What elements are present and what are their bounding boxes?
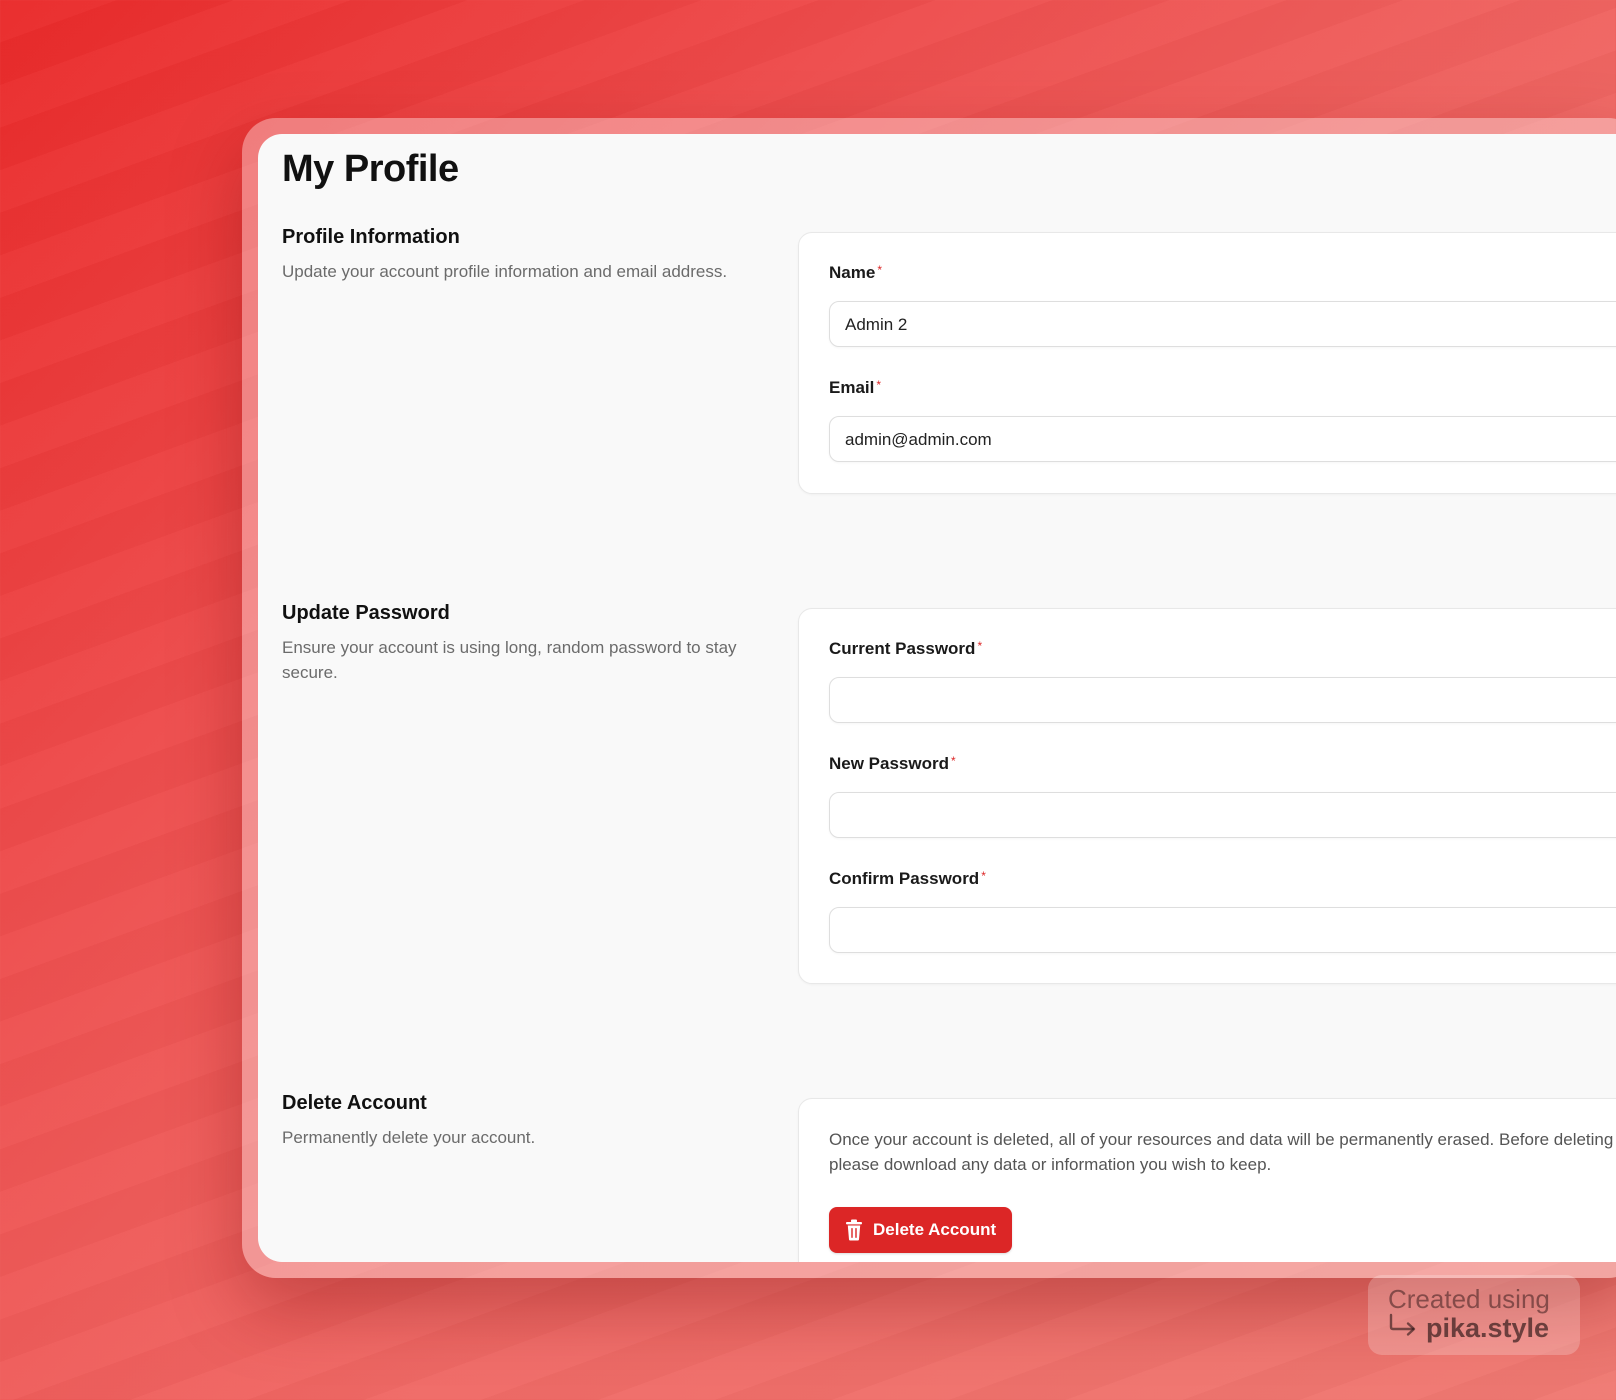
profile-section-description: Update your account profile information … xyxy=(282,262,728,281)
name-input[interactable]: Admin 2 xyxy=(829,301,1616,347)
name-label: Name xyxy=(829,263,876,282)
required-marker: * xyxy=(876,378,882,392)
password-section-description: Ensure your account is using long, rando… xyxy=(282,638,737,682)
required-marker: * xyxy=(951,754,956,768)
required-marker: * xyxy=(981,869,986,883)
watermark-brand-text: pika.style xyxy=(1426,1313,1550,1343)
confirm-password-field-label: Confirm Password * xyxy=(829,869,986,889)
profile-page: My Profile Profile Information Update yo… xyxy=(258,134,1616,1262)
delete-account-button[interactable]: Delete Account xyxy=(829,1207,1013,1253)
email-input[interactable]: admin@admin.com xyxy=(829,416,1616,462)
delete-section-header: Delete Account Permanently delete your a… xyxy=(282,1092,752,1150)
delete-section-description: Permanently delete your account. xyxy=(282,1128,536,1147)
password-section-title: Update Password xyxy=(282,602,450,624)
password-card: Current Password * New Password * Confirm … xyxy=(798,608,1616,984)
current-password-input[interactable] xyxy=(829,677,1616,723)
name-input-value: Admin 2 xyxy=(845,315,908,334)
new-password-label: New Password xyxy=(829,754,949,773)
page-title: My Profile xyxy=(282,148,459,190)
delete-section-title: Delete Account xyxy=(282,1092,427,1114)
profile-card: Name * Admin 2 Email * admin@admin.com xyxy=(798,232,1616,494)
new-password-field-label: New Password * xyxy=(829,754,956,774)
watermark-brand: pika.style xyxy=(1388,1313,1560,1343)
confirm-password-label: Confirm Password xyxy=(829,869,980,888)
watermark-created-text: Created using xyxy=(1388,1284,1550,1314)
required-marker: * xyxy=(977,639,983,653)
delete-warning-text: Once your account is deleted, all of you… xyxy=(829,1130,1616,1174)
new-password-input[interactable] xyxy=(829,792,1616,838)
arrow-return-icon xyxy=(1388,1313,1418,1343)
delete-card: Once your account is deleted, all of you… xyxy=(798,1098,1616,1262)
profile-section-header: Profile Information Update your account … xyxy=(282,226,752,284)
pika-style-watermark: Created using pika.style xyxy=(1368,1275,1580,1355)
email-field-label: Email * xyxy=(829,378,881,398)
trash-icon xyxy=(845,1219,863,1241)
required-marker: * xyxy=(877,263,882,277)
current-password-field-label: Current Password * xyxy=(829,639,982,659)
name-field-label: Name * xyxy=(829,263,882,283)
password-section-header: Update Password Ensure your account is u… xyxy=(282,602,752,685)
email-input-value: admin@admin.com xyxy=(845,430,992,449)
email-label: Email xyxy=(829,378,875,397)
current-password-label: Current Password xyxy=(829,639,976,658)
confirm-password-input[interactable] xyxy=(829,907,1616,953)
profile-section-title: Profile Information xyxy=(282,226,460,248)
delete-account-button-label: Delete Account xyxy=(873,1220,997,1239)
